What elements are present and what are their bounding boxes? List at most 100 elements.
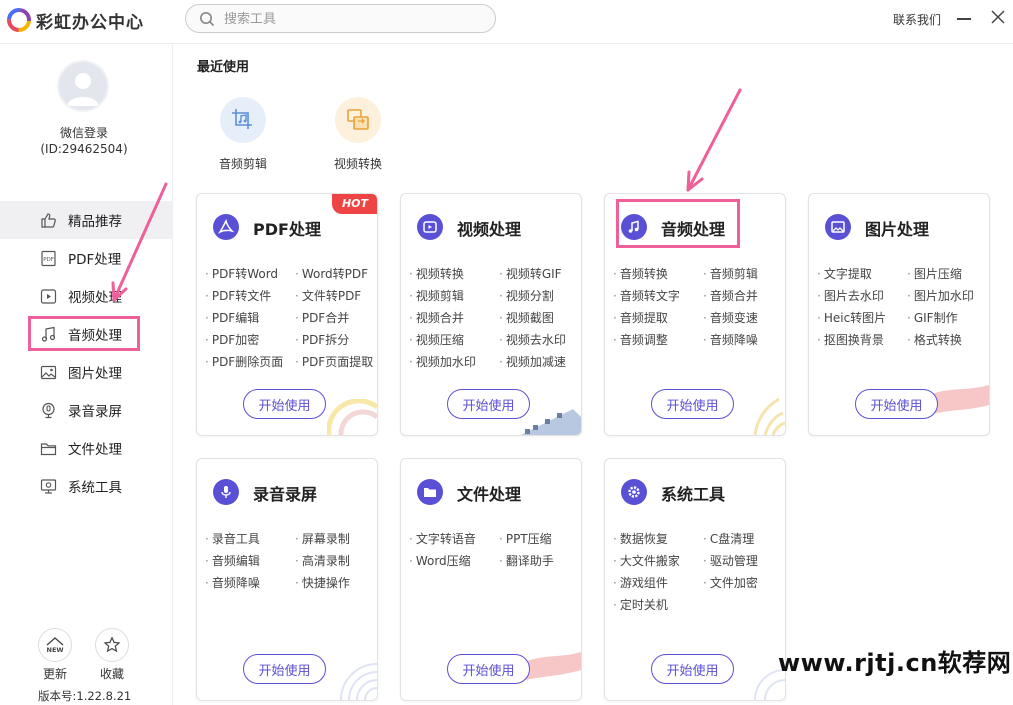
sidebar-item-recording[interactable]: 录音录屏 [0,391,172,429]
gear-icon [621,479,647,505]
card-pdf[interactable]: HOT PDF处理 PDF转Word Word转PDF PDF转文件 文件转PD… [196,193,378,436]
card-item[interactable]: 音频变速 [703,310,785,326]
card-item[interactable]: 音频转换 [613,266,703,282]
card-item[interactable]: PDF页面提取 [295,354,377,370]
card-file[interactable]: 文件处理 文字转语音 PPT压缩 Word压缩 翻译助手 开始使用 [400,458,582,701]
card-item[interactable]: 文件转PDF [295,288,377,304]
card-item[interactable]: 视频加水印 [409,354,499,370]
avatar[interactable] [57,60,109,112]
decoration-arcs [327,399,377,435]
card-item[interactable]: C盘清理 [703,531,785,547]
card-item[interactable]: 大文件搬家 [613,553,703,569]
card-recording[interactable]: 录音录屏 录音工具 屏幕录制 音频编辑 高清录制 音频降噪 快捷操作 开始使用 [196,458,378,701]
card-item[interactable]: 翻译助手 [499,553,581,569]
card-item[interactable]: 音频降噪 [205,575,295,591]
card-audio[interactable]: 音频处理 音频转换 音频剪辑 音频转文字 音频合并 音频提取 音频变速 音频调整… [604,193,786,436]
card-item[interactable]: 定时关机 [613,597,703,613]
decoration-stripe [525,652,581,680]
sidebar-item-image[interactable]: 图片处理 [0,353,172,391]
card-item[interactable]: 音频调整 [613,332,703,348]
recent-item-label: 视频转换 [333,157,382,171]
decoration-stripe [929,385,989,415]
sidebar-item-label: 视频处理 [68,290,122,306]
card-item[interactable]: 图片去水印 [817,288,907,304]
card-item[interactable]: GIF制作 [907,310,989,326]
card-item[interactable]: 抠图换背景 [817,332,907,348]
card-item[interactable]: 音频合并 [703,288,785,304]
card-item[interactable]: 视频压缩 [409,332,499,348]
close-icon[interactable] [989,8,1007,26]
sidebar-item-recommended[interactable]: 精品推荐 [0,201,172,239]
search-input[interactable] [224,10,474,28]
card-item[interactable]: PDF转文件 [205,288,295,304]
card-item[interactable]: 文字转语音 [409,531,499,547]
card-item[interactable]: 视频合并 [409,310,499,326]
card-item[interactable]: 音频剪辑 [703,266,785,282]
card-item[interactable]: 录音工具 [205,531,295,547]
card-item[interactable]: 视频去水印 [499,332,581,348]
card-item[interactable]: PDF转Word [205,266,295,282]
card-item[interactable]: 数据恢复 [613,531,703,547]
card-item[interactable]: 视频截图 [499,310,581,326]
card-item[interactable]: PDF编辑 [205,310,295,326]
card-item[interactable]: 游戏组件 [613,575,703,591]
start-button[interactable]: 开始使用 [447,654,530,684]
minimize-button[interactable] [955,8,973,26]
card-item[interactable]: 音频编辑 [205,553,295,569]
card-item[interactable]: PPT压缩 [499,531,581,547]
card-item[interactable]: Word转PDF [295,266,377,282]
card-item[interactable]: 视频转换 [409,266,499,282]
card-item[interactable]: PDF拆分 [295,332,377,348]
card-item[interactable]: 快捷操作 [295,575,377,591]
start-button[interactable]: 开始使用 [243,654,326,684]
card-item[interactable]: 音频提取 [613,310,703,326]
card-item[interactable]: 音频转文字 [613,288,703,304]
card-item[interactable]: 视频分割 [499,288,581,304]
microphone-icon [42,402,55,419]
card-item[interactable]: Heic转图片 [817,310,907,326]
sidebar-nav: 精品推荐 PDF PDF处理 视频处理 音频处理 图片处理 录音录屏 文件处理 … [0,201,172,505]
card-item[interactable]: 图片压缩 [907,266,989,282]
start-button[interactable]: 开始使用 [243,389,326,419]
top-bar: 彩虹办公中心 联系我们 [0,0,1013,44]
start-button[interactable]: 开始使用 [447,389,530,419]
sidebar-item-audio[interactable]: 音频处理 [0,315,172,353]
star-icon [103,636,121,653]
card-item[interactable]: 格式转换 [907,332,989,348]
start-button[interactable]: 开始使用 [855,389,938,419]
recent-item-video-convert[interactable]: 视频转换 [323,97,393,172]
sidebar: 微信登录 (ID:29462504) 精品推荐 PDF PDF处理 视频处理 音… [0,44,173,705]
card-item[interactable]: 图片加水印 [907,288,989,304]
start-button[interactable]: 开始使用 [651,389,734,419]
sidebar-item-video[interactable]: 视频处理 [0,277,172,315]
card-item[interactable]: 视频转GIF [499,266,581,282]
card-item[interactable]: PDF合并 [295,310,377,326]
card-item[interactable]: PDF删除页面 [205,354,295,370]
sidebar-item-file[interactable]: 文件处理 [0,429,172,467]
card-item[interactable]: 文件加密 [703,575,785,591]
card-item[interactable]: 高清录制 [295,553,377,569]
contact-us-link[interactable]: 联系我们 [893,11,941,28]
card-item[interactable]: 视频剪辑 [409,288,499,304]
card-video[interactable]: 视频处理 视频转换 视频转GIF 视频剪辑 视频分割 视频合并 视频截图 视频压… [400,193,582,436]
sidebar-item-system[interactable]: 系统工具 [0,467,172,505]
card-item[interactable]: 屏幕录制 [295,531,377,547]
thumbs-up-icon [41,213,56,228]
card-system[interactable]: 系统工具 数据恢复 C盘清理 大文件搬家 驱动管理 游戏组件 文件加密 定时关机… [604,458,786,701]
favorite-button[interactable] [95,628,129,662]
recent-item-audio-edit[interactable]: 音频剪辑 [208,97,278,172]
card-title: 系统工具 [661,485,726,504]
card-image[interactable]: 图片处理 文字提取 图片压缩 图片去水印 图片加水印 Heic转图片 GIF制作… [808,193,990,436]
card-item[interactable]: 驱动管理 [703,553,785,569]
sidebar-item-pdf[interactable]: PDF PDF处理 [0,239,172,277]
sidebar-item-label: 音频处理 [68,328,122,344]
update-button[interactable]: NEW [38,628,72,662]
card-item[interactable]: Word压缩 [409,553,499,569]
card-item[interactable]: 音频降噪 [703,332,785,348]
card-item[interactable]: 文字提取 [817,266,907,282]
card-item[interactable]: 视频加减速 [499,354,581,370]
start-button[interactable]: 开始使用 [651,654,734,684]
wechat-login-label[interactable]: 微信登录 [0,124,168,141]
card-item[interactable]: PDF加密 [205,332,295,348]
search-box[interactable] [185,4,496,33]
